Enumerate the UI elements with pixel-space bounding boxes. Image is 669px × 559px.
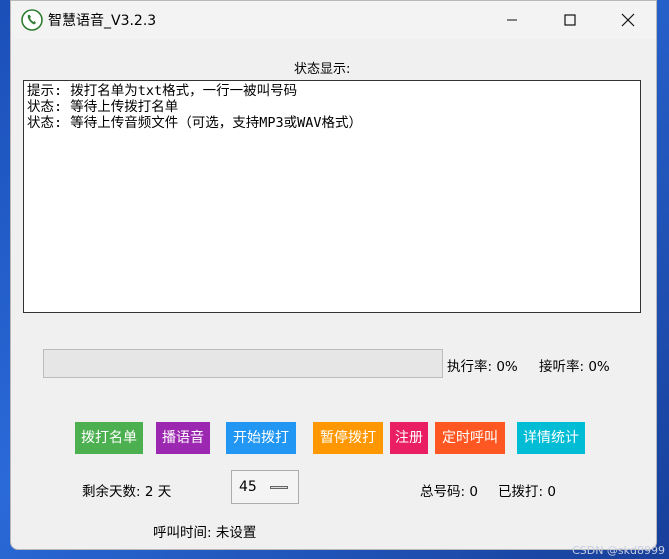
close-icon [621, 13, 635, 27]
minimize-icon [507, 19, 517, 21]
progress-bar [43, 349, 443, 378]
status-line: 提示: 拨打名单为txt格式，一行一被叫号码 [27, 83, 298, 99]
call-time-label: 呼叫时间: 未设置 [153, 525, 257, 541]
maximize-button[interactable] [547, 1, 593, 39]
status-line: 状态: 等待上传拨打名单 [27, 99, 179, 115]
total-numbers-label: 总号码: 0 [420, 484, 478, 500]
pause-dial-button[interactable]: 暂停拨打 [313, 422, 383, 454]
details-stats-button[interactable]: 详情统计 [517, 422, 585, 454]
interval-select[interactable]: 45 [231, 470, 299, 504]
start-dial-button[interactable]: 开始拨打 [226, 422, 296, 454]
title-bar[interactable]: 智慧语音_V3.2.3 [11, 1, 656, 39]
register-button[interactable]: 注册 [390, 422, 428, 454]
play-voice-button[interactable]: 播语音 [156, 422, 210, 454]
watermark: CSDN @skd8999 [572, 544, 665, 557]
dial-list-button[interactable]: 拨打名单 [75, 422, 143, 454]
exec-rate-label: 执行率: 0% [447, 359, 518, 375]
status-line: 状态: 等待上传音频文件（可选，支持MP3或WAV格式） [27, 115, 363, 131]
window-title: 智慧语音_V3.2.3 [48, 13, 157, 29]
interval-select-value: 45 [239, 479, 257, 495]
status-textarea[interactable]: 提示: 拨打名单为txt格式，一行一被叫号码 状态: 等待上传拨打名单 状态: … [23, 80, 641, 313]
dialed-count-label: 已拨打: 0 [498, 484, 556, 500]
minimize-button[interactable] [489, 1, 535, 39]
phone-icon [21, 9, 43, 31]
app-window: 智慧语音_V3.2.3 状态显示: 提示: 拨打名单为txt格式，一行一被叫号码… [10, 0, 657, 550]
scheduled-call-button[interactable]: 定时呼叫 [435, 422, 505, 454]
days-left-label: 剩余天数: 2 天 [82, 484, 172, 500]
maximize-icon [564, 14, 576, 26]
answer-rate-label: 接听率: 0% [539, 359, 610, 375]
dropdown-icon [270, 486, 288, 489]
status-label: 状态显示: [294, 62, 351, 77]
close-button[interactable] [605, 1, 651, 39]
